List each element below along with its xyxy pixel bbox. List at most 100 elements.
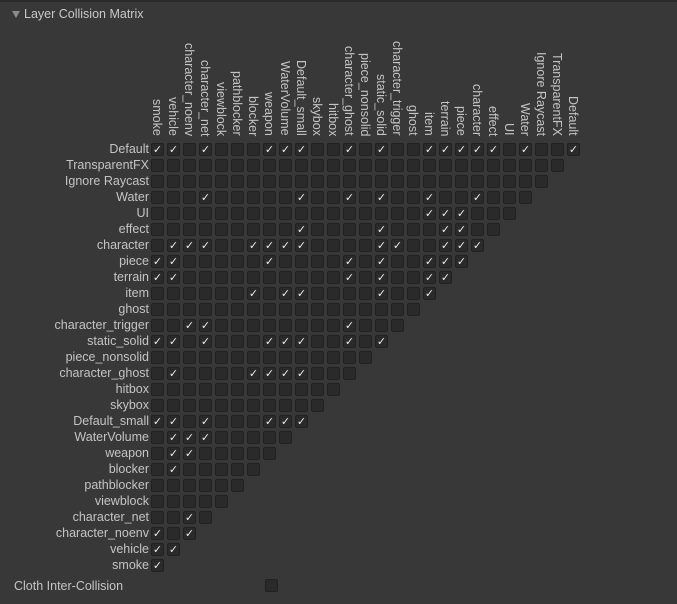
- collision-checkbox-ui-x-terrain[interactable]: ✓: [439, 207, 452, 220]
- collision-checkbox-water-x-default-small[interactable]: ✓: [295, 191, 308, 204]
- collision-checkbox-character-x-weapon[interactable]: ✓: [263, 239, 276, 252]
- collision-checkbox-default-small-x-watervolume[interactable]: ✓: [279, 415, 292, 428]
- collision-checkbox-character-net-x-vehicle[interactable]: [167, 511, 180, 524]
- collision-checkbox-ui-x-pathblocker[interactable]: [231, 207, 244, 220]
- collision-checkbox-static-solid-x-character-net[interactable]: ✓: [199, 335, 212, 348]
- collision-checkbox-character-noenv-x-character-noenv[interactable]: ✓: [183, 527, 196, 540]
- collision-checkbox-ui-x-character-net[interactable]: [199, 207, 212, 220]
- collision-checkbox-pathblocker-x-viewblock[interactable]: [215, 479, 228, 492]
- collision-checkbox-ui-x-default-small[interactable]: [295, 207, 308, 220]
- collision-checkbox-watervolume-x-viewblock[interactable]: [215, 431, 228, 444]
- collision-checkbox-hitbox-x-watervolume[interactable]: [279, 383, 292, 396]
- collision-checkbox-transparentfx-x-terrain[interactable]: [439, 159, 452, 172]
- collision-checkbox-water-x-character[interactable]: ✓: [471, 191, 484, 204]
- collision-checkbox-default-x-skybox[interactable]: [311, 143, 324, 156]
- collision-checkbox-water-x-effect[interactable]: [487, 191, 500, 204]
- collision-checkbox-item-x-item[interactable]: ✓: [423, 287, 436, 300]
- collision-checkbox-ghost-x-hitbox[interactable]: [327, 303, 340, 316]
- collision-checkbox-skybox-x-vehicle[interactable]: [167, 399, 180, 412]
- collision-checkbox-static-solid-x-watervolume[interactable]: ✓: [279, 335, 292, 348]
- collision-checkbox-transparentfx-x-default-small[interactable]: [295, 159, 308, 172]
- collision-checkbox-item-x-weapon[interactable]: [263, 287, 276, 300]
- collision-checkbox-static-solid-x-blocker[interactable]: [247, 335, 260, 348]
- collision-checkbox-ghost-x-static-solid[interactable]: [375, 303, 388, 316]
- collision-checkbox-default-x-piece[interactable]: ✓: [455, 143, 468, 156]
- collision-checkbox-piece-x-smoke[interactable]: ✓: [151, 255, 164, 268]
- collision-checkbox-watervolume-x-smoke[interactable]: [151, 431, 164, 444]
- collision-checkbox-static-solid-x-piece-nonsolid[interactable]: [359, 335, 372, 348]
- collision-checkbox-viewblock-x-character-net[interactable]: [199, 495, 212, 508]
- collision-checkbox-default-x-character-noenv[interactable]: [183, 143, 196, 156]
- collision-checkbox-ignore-raycast-x-character-noenv[interactable]: [183, 175, 196, 188]
- collision-checkbox-character-x-blocker[interactable]: ✓: [247, 239, 260, 252]
- collision-checkbox-character-trigger-x-viewblock[interactable]: [215, 319, 228, 332]
- collision-checkbox-ui-x-watervolume[interactable]: [279, 207, 292, 220]
- collision-checkbox-weapon-x-pathblocker[interactable]: [231, 447, 244, 460]
- collision-checkbox-pathblocker-x-smoke[interactable]: [151, 479, 164, 492]
- collision-checkbox-water-x-skybox[interactable]: [311, 191, 324, 204]
- collision-checkbox-piece-x-terrain[interactable]: ✓: [439, 255, 452, 268]
- collision-checkbox-blocker-x-character-noenv[interactable]: [183, 463, 196, 476]
- collision-checkbox-watervolume-x-character-net[interactable]: ✓: [199, 431, 212, 444]
- collision-checkbox-ignore-raycast-x-piece-nonsolid[interactable]: [359, 175, 372, 188]
- collision-checkbox-weapon-x-character-net[interactable]: [199, 447, 212, 460]
- collision-checkbox-ghost-x-vehicle[interactable]: [167, 303, 180, 316]
- collision-checkbox-default-x-character-ghost[interactable]: ✓: [343, 143, 356, 156]
- collision-checkbox-character-x-piece-nonsolid[interactable]: [359, 239, 372, 252]
- collision-checkbox-character-x-character-noenv[interactable]: ✓: [183, 239, 196, 252]
- collision-checkbox-character-x-static-solid[interactable]: ✓: [375, 239, 388, 252]
- collision-checkbox-water-x-watervolume[interactable]: [279, 191, 292, 204]
- collision-checkbox-character-x-vehicle[interactable]: ✓: [167, 239, 180, 252]
- collision-checkbox-character-trigger-x-character-trigger[interactable]: [391, 319, 404, 332]
- collision-checkbox-transparentfx-x-character-net[interactable]: [199, 159, 212, 172]
- collision-checkbox-ghost-x-pathblocker[interactable]: [231, 303, 244, 316]
- collision-checkbox-effect-x-pathblocker[interactable]: [231, 223, 244, 236]
- collision-checkbox-default-small-x-vehicle[interactable]: ✓: [167, 415, 180, 428]
- collision-checkbox-item-x-piece-nonsolid[interactable]: [359, 287, 372, 300]
- collision-checkbox-ignore-raycast-x-static-solid[interactable]: [375, 175, 388, 188]
- collision-checkbox-hitbox-x-default-small[interactable]: [295, 383, 308, 396]
- collision-checkbox-effect-x-hitbox[interactable]: [327, 223, 340, 236]
- collision-checkbox-default-small-x-character-noenv[interactable]: [183, 415, 196, 428]
- collision-checkbox-viewblock-x-vehicle[interactable]: [167, 495, 180, 508]
- collision-checkbox-character-x-character[interactable]: ✓: [471, 239, 484, 252]
- collision-checkbox-effect-x-piece-nonsolid[interactable]: [359, 223, 372, 236]
- collision-checkbox-ghost-x-viewblock[interactable]: [215, 303, 228, 316]
- collision-checkbox-ghost-x-watervolume[interactable]: [279, 303, 292, 316]
- collision-checkbox-default-x-ui[interactable]: [503, 143, 516, 156]
- layer-collision-matrix-foldout[interactable]: Layer Collision Matrix: [12, 6, 143, 22]
- collision-checkbox-default-small-x-default-small[interactable]: ✓: [295, 415, 308, 428]
- collision-checkbox-pathblocker-x-character-noenv[interactable]: [183, 479, 196, 492]
- collision-checkbox-weapon-x-character-noenv[interactable]: ✓: [183, 447, 196, 460]
- collision-checkbox-transparentfx-x-effect[interactable]: [487, 159, 500, 172]
- collision-checkbox-item-x-blocker[interactable]: ✓: [247, 287, 260, 300]
- collision-checkbox-static-solid-x-default-small[interactable]: ✓: [295, 335, 308, 348]
- collision-checkbox-ui-x-static-solid[interactable]: [375, 207, 388, 220]
- collision-checkbox-ignore-raycast-x-character[interactable]: [471, 175, 484, 188]
- collision-checkbox-water-x-character-net[interactable]: ✓: [199, 191, 212, 204]
- collision-checkbox-character-ghost-x-weapon[interactable]: ✓: [263, 367, 276, 380]
- collision-checkbox-ignore-raycast-x-watervolume[interactable]: [279, 175, 292, 188]
- collision-checkbox-piece-nonsolid-x-blocker[interactable]: [247, 351, 260, 364]
- collision-checkbox-hitbox-x-skybox[interactable]: [311, 383, 324, 396]
- collision-checkbox-ghost-x-weapon[interactable]: [263, 303, 276, 316]
- collision-checkbox-character-ghost-x-character-noenv[interactable]: [183, 367, 196, 380]
- collision-checkbox-water-x-ui[interactable]: [503, 191, 516, 204]
- collision-checkbox-ignore-raycast-x-pathblocker[interactable]: [231, 175, 244, 188]
- collision-checkbox-character-trigger-x-static-solid[interactable]: [375, 319, 388, 332]
- collision-checkbox-piece-x-default-small[interactable]: [295, 255, 308, 268]
- collision-checkbox-skybox-x-weapon[interactable]: [263, 399, 276, 412]
- collision-checkbox-character-x-default-small[interactable]: ✓: [295, 239, 308, 252]
- collision-checkbox-hitbox-x-hitbox[interactable]: [327, 383, 340, 396]
- collision-checkbox-water-x-item[interactable]: ✓: [423, 191, 436, 204]
- collision-checkbox-weapon-x-smoke[interactable]: [151, 447, 164, 460]
- collision-checkbox-piece-nonsolid-x-vehicle[interactable]: [167, 351, 180, 364]
- collision-checkbox-blocker-x-viewblock[interactable]: [215, 463, 228, 476]
- collision-checkbox-watervolume-x-weapon[interactable]: [263, 431, 276, 444]
- collision-checkbox-ui-x-character[interactable]: [471, 207, 484, 220]
- collision-checkbox-skybox-x-viewblock[interactable]: [215, 399, 228, 412]
- collision-checkbox-default-x-piece-nonsolid[interactable]: [359, 143, 372, 156]
- collision-checkbox-water-x-vehicle[interactable]: [167, 191, 180, 204]
- collision-checkbox-character-trigger-x-skybox[interactable]: [311, 319, 324, 332]
- collision-checkbox-blocker-x-pathblocker[interactable]: [231, 463, 244, 476]
